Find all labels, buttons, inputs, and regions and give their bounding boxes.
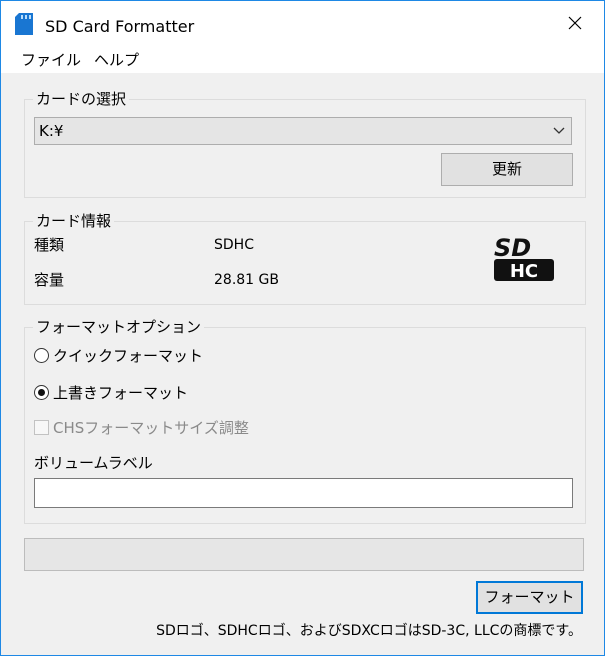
quick-format-option[interactable]: クイックフォーマット bbox=[34, 345, 203, 365]
quick-format-radio[interactable] bbox=[34, 347, 49, 363]
card-select-group: カードの選択 K:¥ 更新 bbox=[24, 90, 586, 198]
overwrite-format-option[interactable]: 上書きフォーマット bbox=[34, 382, 188, 402]
overwrite-format-radio[interactable] bbox=[34, 384, 49, 400]
capacity-label: 容量 bbox=[34, 271, 65, 289]
format-options-group: フォーマットオプション クイックフォーマット 上書きフォーマット CHSフォーマ… bbox=[24, 318, 586, 524]
overwrite-format-label: 上書きフォーマット bbox=[53, 383, 189, 402]
sdhc-logo: SD HC bbox=[494, 234, 554, 282]
card-type-label: 種類 bbox=[34, 236, 65, 254]
progress-bar bbox=[24, 538, 584, 571]
card-info-group: カード情報 種類 SDHC 容量 28.81 GB SD HC bbox=[24, 212, 586, 305]
card-select-legend: カードの選択 bbox=[33, 90, 130, 108]
trademark-note: SDロゴ、SDHCロゴ、およびSDXCロゴはSD-3C, LLCの商標です。 bbox=[156, 623, 582, 639]
sd-card-icon bbox=[15, 13, 33, 35]
capacity-value: 28.81 GB bbox=[214, 272, 279, 288]
menu-file[interactable]: ファイル bbox=[21, 51, 81, 69]
menu-help[interactable]: ヘルプ bbox=[94, 51, 139, 69]
refresh-button[interactable]: 更新 bbox=[441, 153, 573, 186]
drive-select-value: K:¥ bbox=[39, 122, 64, 140]
chevron-down-icon bbox=[553, 127, 565, 134]
window-title: SD Card Formatter bbox=[45, 17, 195, 36]
chs-adjust-checkbox[interactable] bbox=[34, 419, 49, 435]
chs-adjust-option[interactable]: CHSフォーマットサイズ調整 bbox=[34, 417, 249, 437]
app-window: SD Card Formatter ファイル ヘルプ カードの選択 K:¥ 更新… bbox=[0, 0, 605, 656]
drive-select[interactable]: K:¥ bbox=[34, 117, 572, 145]
svg-text:SD: SD bbox=[494, 234, 531, 262]
close-icon bbox=[568, 16, 582, 30]
format-options-legend: フォーマットオプション bbox=[33, 318, 205, 336]
close-button[interactable] bbox=[546, 1, 604, 45]
format-button[interactable]: フォーマット bbox=[476, 581, 583, 614]
card-type-value: SDHC bbox=[214, 237, 254, 253]
chs-adjust-label: CHSフォーマットサイズ調整 bbox=[53, 418, 249, 437]
volume-label-title: ボリュームラベル bbox=[34, 454, 153, 472]
card-info-legend: カード情報 bbox=[33, 212, 115, 230]
svg-text:HC: HC bbox=[510, 261, 538, 282]
volume-label-input[interactable] bbox=[34, 478, 573, 508]
title-bar[interactable]: SD Card Formatter bbox=[1, 1, 604, 45]
menu-bar: ファイル ヘルプ bbox=[1, 45, 604, 73]
quick-format-label: クイックフォーマット bbox=[53, 346, 204, 365]
